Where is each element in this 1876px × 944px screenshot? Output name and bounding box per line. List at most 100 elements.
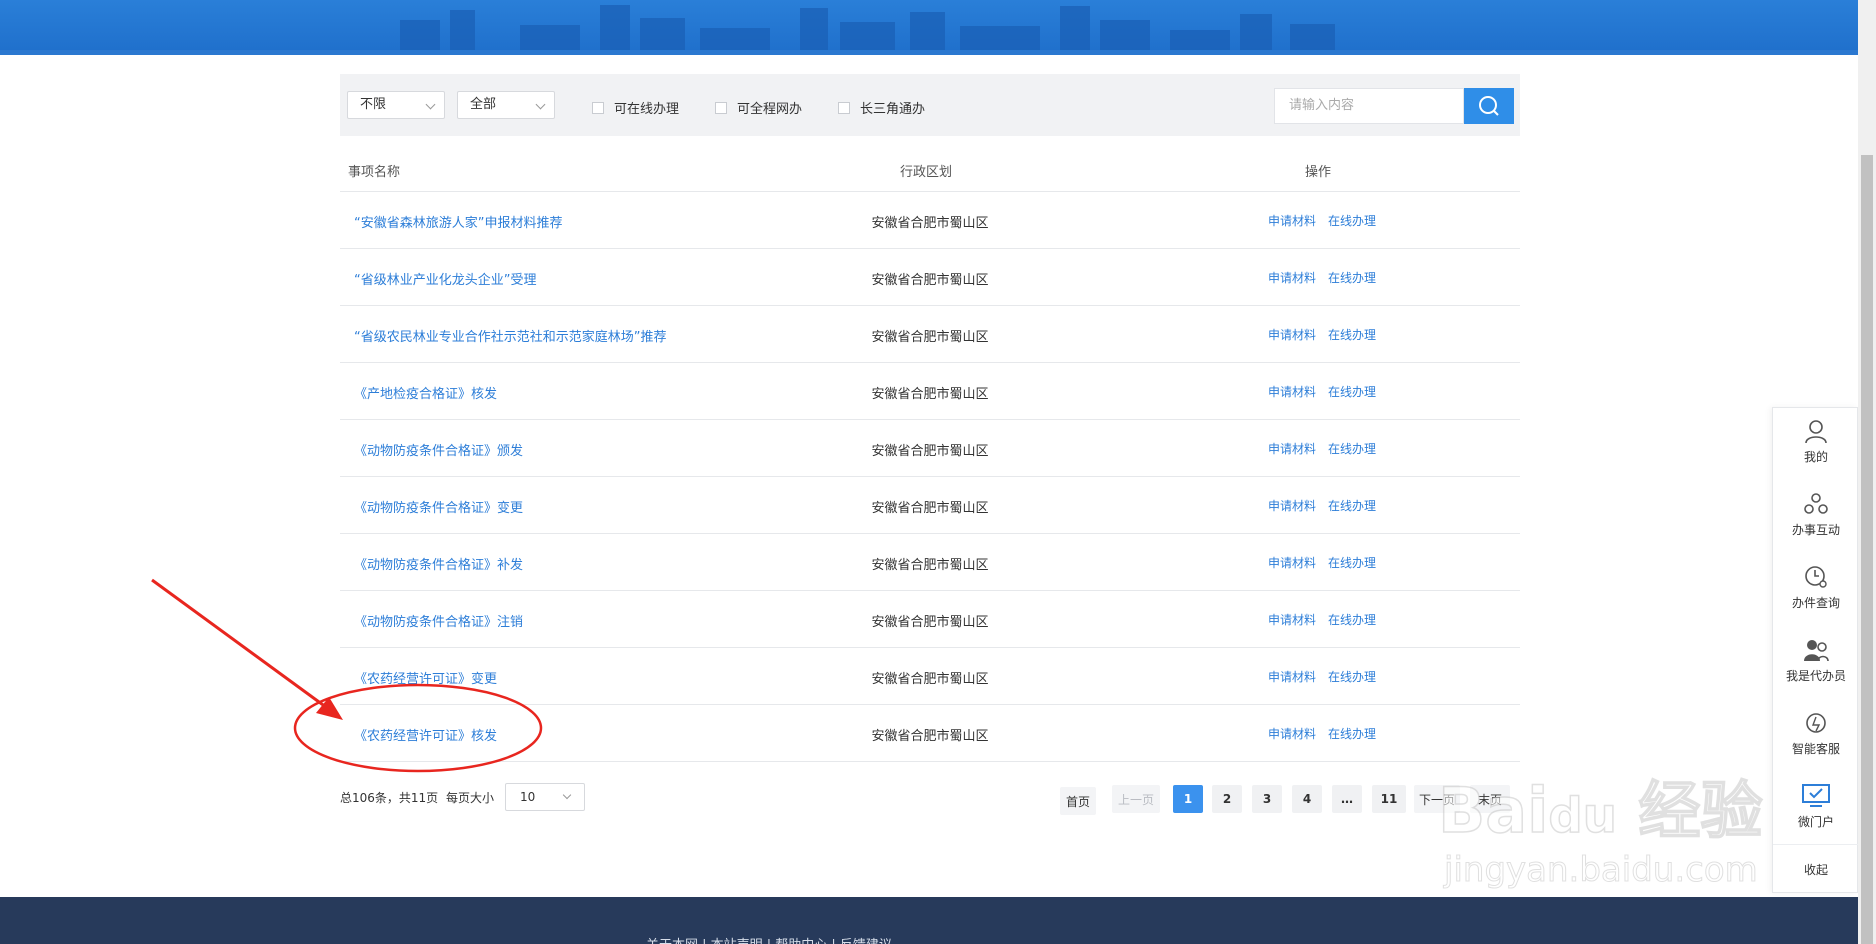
online-handle-link[interactable]: 在线办理	[1328, 442, 1376, 456]
item-name-link[interactable]: 《动物防疫条件合格证》颁发	[354, 440, 523, 459]
table-row: 《动物防疫条件合格证》变更 安徽省合肥市蜀山区 申请材料 在线办理	[340, 477, 1520, 534]
item-actions: 申请材料 在线办理	[1268, 497, 1376, 514]
apply-materials-link[interactable]: 申请材料	[1268, 214, 1316, 228]
clock-search-icon	[1805, 566, 1827, 588]
scrollbar-thumb[interactable]	[1861, 155, 1873, 944]
item-actions: 申请材料 在线办理	[1268, 440, 1376, 457]
header-item-name: 事项名称	[348, 165, 401, 180]
prev-page-button[interactable]: 上一页	[1112, 785, 1160, 813]
pagination-summary: 总106条，共11页	[340, 791, 439, 805]
item-actions: 申请材料 在线办理	[1268, 383, 1376, 400]
checkbox-box[interactable]	[838, 101, 850, 114]
item-name-link[interactable]: 《动物防疫条件合格证》补发	[354, 554, 523, 573]
table-row: 《动物防疫条件合格证》注销 安徽省合肥市蜀山区 申请材料 在线办理	[340, 591, 1520, 648]
item-actions: 申请材料 在线办理	[1268, 725, 1376, 742]
table-row: “省级林业产业化龙头企业”受理 安徽省合肥市蜀山区 申请材料 在线办理	[340, 249, 1520, 306]
page-1-button[interactable]: 1	[1173, 785, 1203, 813]
online-handle-link[interactable]: 在线办理	[1328, 670, 1376, 684]
page-size-label: 每页大小	[446, 791, 495, 805]
table-row: 《农药经营许可证》变更 安徽省合肥市蜀山区 申请材料 在线办理	[340, 648, 1520, 705]
search-button[interactable]	[1464, 88, 1514, 124]
side-float-panel: 我的 办事互动 办件查询 我是代办员 智能客服 微门户 收起	[1772, 407, 1859, 894]
header-banner	[0, 0, 1858, 55]
table-header: 事项名称 行政区划 操作	[340, 146, 1520, 192]
side-item-label: 办事互动	[1791, 523, 1840, 537]
city-skyline-graphic	[0, 5, 1858, 55]
item-name-link[interactable]: “省级林业产业化龙头企业”受理	[354, 269, 536, 288]
online-handle-link[interactable]: 在线办理	[1328, 271, 1376, 285]
annotation-arrow-shaft	[151, 578, 331, 712]
side-item-query[interactable]: 办件查询	[1773, 554, 1859, 627]
category-select[interactable]: 全部	[457, 91, 555, 119]
page-scrollbar[interactable]	[1858, 0, 1876, 944]
online-handle-link[interactable]: 在线办理	[1328, 613, 1376, 627]
annotation-arrow-head	[316, 697, 343, 720]
checkbox-online[interactable]: 可在线办理	[592, 98, 679, 117]
side-item-agent[interactable]: 我是代办员	[1773, 627, 1859, 700]
filter-bar: 不限 全部 可在线办理 可全程网办 长三角通办 请输入内容	[340, 74, 1520, 136]
side-panel-collapse-button[interactable]: 收起	[1773, 844, 1859, 894]
side-item-interaction[interactable]: 办事互动	[1773, 481, 1859, 554]
apply-materials-link[interactable]: 申请材料	[1268, 556, 1316, 570]
apply-materials-link[interactable]: 申请材料	[1268, 442, 1316, 456]
table-row: 《农药经营许可证》核发 安徽省合肥市蜀山区 申请材料 在线办理	[340, 705, 1520, 762]
page: 不限 全部 可在线办理 可全程网办 长三角通办 请输入内容 事项名称 行政区划 …	[0, 0, 1876, 944]
page-size-select[interactable]: 10	[505, 783, 585, 811]
online-handle-link[interactable]: 在线办理	[1328, 727, 1376, 741]
item-name-link[interactable]: “安徽省森林旅游人家”申报材料推荐	[354, 212, 562, 231]
online-handle-link[interactable]: 在线办理	[1328, 499, 1376, 513]
header-region: 行政区划	[900, 165, 953, 180]
checkbox-label: 可全程网办	[737, 102, 803, 117]
apply-materials-link[interactable]: 申请材料	[1268, 613, 1316, 627]
page-11-button[interactable]: 11	[1372, 785, 1406, 813]
online-handle-link[interactable]: 在线办理	[1328, 214, 1376, 228]
table-row: “省级农民林业专业合作社示范社和示范家庭林场”推荐 安徽省合肥市蜀山区 申请材料 在线…	[340, 306, 1520, 363]
apply-materials-link[interactable]: 申请材料	[1268, 271, 1316, 285]
side-item-micro-portal[interactable]: 微门户	[1773, 773, 1859, 846]
chevron-down-icon	[535, 99, 546, 110]
first-page-button[interactable]: 首页	[1060, 787, 1096, 815]
header-actions: 操作	[1305, 165, 1332, 180]
item-actions: 申请材料 在线办理	[1268, 611, 1376, 628]
checkbox-full-online[interactable]: 可全程网办	[715, 98, 802, 117]
side-item-mine[interactable]: 我的	[1773, 408, 1859, 481]
item-name-link[interactable]: 《动物防疫条件合格证》变更	[354, 497, 523, 516]
table-row: 《动物防疫条件合格证》补发 安徽省合肥市蜀山区 申请材料 在线办理	[340, 534, 1520, 591]
last-page-button[interactable]: 末页	[1470, 785, 1510, 813]
search-icon	[1479, 96, 1499, 116]
footer: 关于本网 | 本站声明 | 帮助中心 | 反馈建议	[0, 897, 1858, 944]
robot-service-icon	[1806, 713, 1826, 733]
page-ellipsis[interactable]: …	[1332, 785, 1362, 813]
page-3-button[interactable]: 3	[1252, 785, 1282, 813]
item-name-link[interactable]: 《农药经营许可证》变更	[354, 668, 497, 687]
apply-materials-link[interactable]: 申请材料	[1268, 385, 1316, 399]
item-actions: 申请材料 在线办理	[1268, 212, 1376, 229]
footer-links[interactable]: 关于本网 | 本站声明 | 帮助中心 | 反馈建议	[646, 934, 892, 944]
page-size-value: 10	[520, 790, 536, 804]
category-select-value: 全部	[470, 97, 497, 112]
page-2-button[interactable]: 2	[1212, 785, 1242, 813]
apply-materials-link[interactable]: 申请材料	[1268, 328, 1316, 342]
online-handle-link[interactable]: 在线办理	[1328, 328, 1376, 342]
next-page-button[interactable]: 下一页	[1414, 785, 1460, 813]
search-input[interactable]: 请输入内容	[1274, 88, 1464, 124]
scope-select[interactable]: 不限	[347, 91, 445, 119]
online-handle-link[interactable]: 在线办理	[1328, 556, 1376, 570]
apply-materials-link[interactable]: 申请材料	[1268, 499, 1316, 513]
apply-materials-link[interactable]: 申请材料	[1268, 727, 1316, 741]
page-4-button[interactable]: 4	[1292, 785, 1322, 813]
item-name-link[interactable]: 《动物防疫条件合格证》注销	[354, 611, 523, 630]
item-name-link[interactable]: 《产地检疫合格证》核发	[354, 383, 497, 402]
baidu-jingyan-watermark: Baidu 经验 jingyan.baidu.com	[1437, 760, 1778, 910]
checkbox-box[interactable]	[592, 101, 604, 114]
item-name-link[interactable]: “省级农民林业专业合作社示范社和示范家庭林场”推荐	[354, 326, 666, 345]
table-row: 《动物防疫条件合格证》颁发 安徽省合肥市蜀山区 申请材料 在线办理	[340, 420, 1520, 477]
agent-icon	[1804, 640, 1829, 662]
apply-materials-link[interactable]: 申请材料	[1268, 670, 1316, 684]
online-handle-link[interactable]: 在线办理	[1328, 385, 1376, 399]
checkbox-box[interactable]	[715, 101, 727, 114]
checkbox-yangtze-delta[interactable]: 长三角通办	[838, 98, 925, 117]
item-name-link[interactable]: 《农药经营许可证》核发	[354, 725, 497, 744]
table-row: 《产地检疫合格证》核发 安徽省合肥市蜀山区 申请材料 在线办理	[340, 363, 1520, 420]
side-item-service[interactable]: 智能客服	[1773, 700, 1859, 773]
